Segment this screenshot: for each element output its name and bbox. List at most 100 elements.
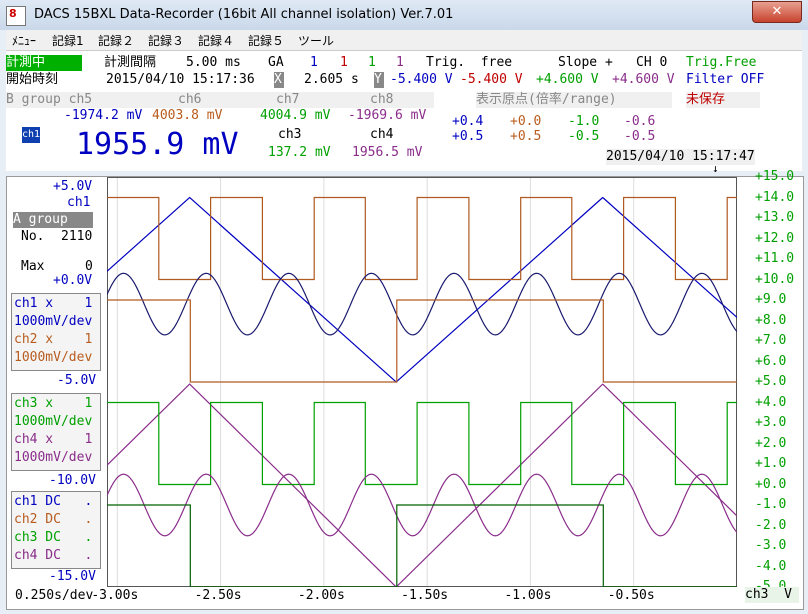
ch3-range: 1000mV/dev [14,414,93,429]
slope-status: Slope + [558,55,613,70]
chart-traces [107,196,737,587]
ch2-coupling: ch2 DC . [14,512,93,527]
window-title: DACS 15BXL Data-Recorder (16bit All chan… [34,7,454,22]
start-time-label: 開始時刻 [6,72,59,87]
b-group-ch7: ch7 [276,92,300,107]
menu-item-record4[interactable]: 記録４ [198,32,234,49]
ch4-value: 1956.5 mV [352,145,423,160]
coupling-box[interactable]: ch1 DC . ch2 DC . ch3 DC . ch4 DC . [11,491,101,569]
ga-ch3: 1 [368,55,376,70]
ga-ch1: 1 [310,55,318,70]
y-tick-label: +3.0 [755,415,787,430]
x-tick-label: -1.00s [504,588,552,603]
x-cursor-value: 2.605 s [304,72,359,87]
b-value-ch8: -1969.6 mV [348,108,427,123]
trace-series-4 [107,299,737,383]
axis-zero-voltage: +0.0V [53,273,93,288]
ch1-big-value: 1955.9 mV [76,127,239,162]
y-value-ch3: +4.600 V [536,72,599,87]
a-group-label[interactable]: A group [13,212,93,228]
left-axis-panel: +5.0V ch1 A group No. 2110 Max 0 +0.0V c… [7,177,107,609]
y-tick-label: +8.0 [755,312,787,328]
waveform-chart[interactable] [107,177,737,587]
b-value-ch5: -1974.2 mV [64,108,143,123]
y-value-ch2: -5.400 V [460,72,523,87]
ch1-tag: ch1 [22,127,41,143]
ga-ch4: 1 [396,55,404,70]
y-tick-label: -1.0 [755,497,787,512]
no-label: No. [21,229,45,244]
ch4-coupling: ch4 DC . [14,548,93,563]
b-value-ch7: 4004.9 mV [260,108,331,123]
cursor-timestamp: 2015/04/10 15:17:47 [606,149,755,165]
ch2-range: 1000mV/dev [14,350,93,365]
arrow-down-icon: ↓ [712,162,719,175]
y-tick-label: +15.0 [755,169,795,184]
trace-series-2 [107,196,737,281]
menu-item-record3[interactable]: 記録３ [148,32,184,49]
y-tick-label: +5.0 [755,374,787,389]
y-tick-label: -4.0 [755,558,787,574]
status-panel: 計測中 計測間隔 5.00 ms GA 1 1 1 1 Trig. free S… [6,51,802,175]
axis-channel-label: ch1 [67,195,91,210]
x-cursor-label[interactable]: X [274,72,284,88]
origin-ch3-row2: -0.5 [568,129,600,144]
right-axis-panel: +15.0 +14.0 +13.0 +12.0 +11.0 +10.0 +9.0 +8.0 +7… [737,169,803,609]
ch4-scale: ch4 x 1 [14,432,93,447]
y-tick-label: +9.0 [755,292,787,307]
x-tick-label: -1.50s [401,588,449,603]
right-channel-selector[interactable]: ch3 V [745,587,799,603]
start-time-value: 2015/04/10 15:17:36 [106,72,255,87]
axis-minus15-voltage: -15.0V [49,569,96,584]
y-tick-label: +2.0 [755,435,787,451]
max-label: Max [21,259,45,274]
trace-series-3 [107,272,737,336]
x-tick-label: -2.00s [297,588,345,603]
ga-label: GA [268,55,284,70]
ch1-range: 1000mV/dev [14,314,93,329]
ch2-scale: ch2 x 1 [14,332,93,347]
ch3-ch4-scale-box[interactable]: ch3 x 1 1000mV/dev ch4 x 1 1000mV/dev [11,393,101,471]
origin-ch4-row2: -0.5 [624,129,656,144]
ch3-value: 137.2 mV [268,145,331,160]
y-tick-label: +10.0 [755,271,795,287]
plot-area: +5.0V ch1 A group No. 2110 Max 0 +0.0V c… [6,169,804,610]
close-button[interactable]: ✕ [752,1,802,23]
no-value: 2110 [61,229,93,244]
menu-item-record2[interactable]: 記録２ [98,32,134,49]
origin-ch2-row2: +0.5 [510,129,542,144]
app-icon[interactable]: 8 [6,6,26,26]
y-tick-label: +14.0 [755,189,795,205]
x-tick-label: -0.50s [607,588,655,603]
menu-item-record5[interactable]: 記録５ [248,32,284,49]
y-tick-label: +0.0 [755,476,787,492]
y-value-ch4: +4.600 V [612,72,675,87]
origin-ch4-row1: -0.6 [624,114,656,129]
measuring-badge: 計測中 [6,55,82,71]
y-cursor-label[interactable]: Y [374,72,384,88]
x-tick-label: -3.00s [91,588,139,603]
trace-series-8 [107,504,737,587]
menu-item-record1[interactable]: 記録1 [52,32,84,49]
trig-status: Trig. free [426,55,513,70]
origin-label: 表示原点(倍率/range) [476,92,672,108]
trace-series-1 [107,196,737,383]
ch3-tag: ch3 [278,127,302,142]
timebase-label: 0.250s/dev [15,588,94,603]
y-tick-label: +12.0 [755,230,795,246]
ch3-scale: ch3 x 1 [14,396,93,411]
filter-status[interactable]: Filter OFF [686,72,764,88]
menu-item-tools[interactable]: ツール [298,32,334,49]
y-tick-label: -3.0 [755,538,787,553]
axis-minus10-voltage: -10.0V [49,473,96,488]
y-tick-label: +13.0 [755,210,795,225]
b-group-ch8: ch8 [370,92,394,107]
ch1-ch2-scale-box[interactable]: ch1 x 1 1000mV/dev ch2 x 1 1000mV/dev [11,293,101,371]
menu-item-menu[interactable]: ﾒﾆｭｰ [12,32,36,49]
interval-label: 計測間隔 [104,55,157,70]
origin-ch3-row1: -1.0 [568,114,600,129]
x-tick-label: -2.50s [194,588,242,603]
ch4-range: 1000mV/dev [14,450,93,465]
axis-top-voltage: +5.0V [53,179,93,194]
trace-series-5 [107,383,737,587]
